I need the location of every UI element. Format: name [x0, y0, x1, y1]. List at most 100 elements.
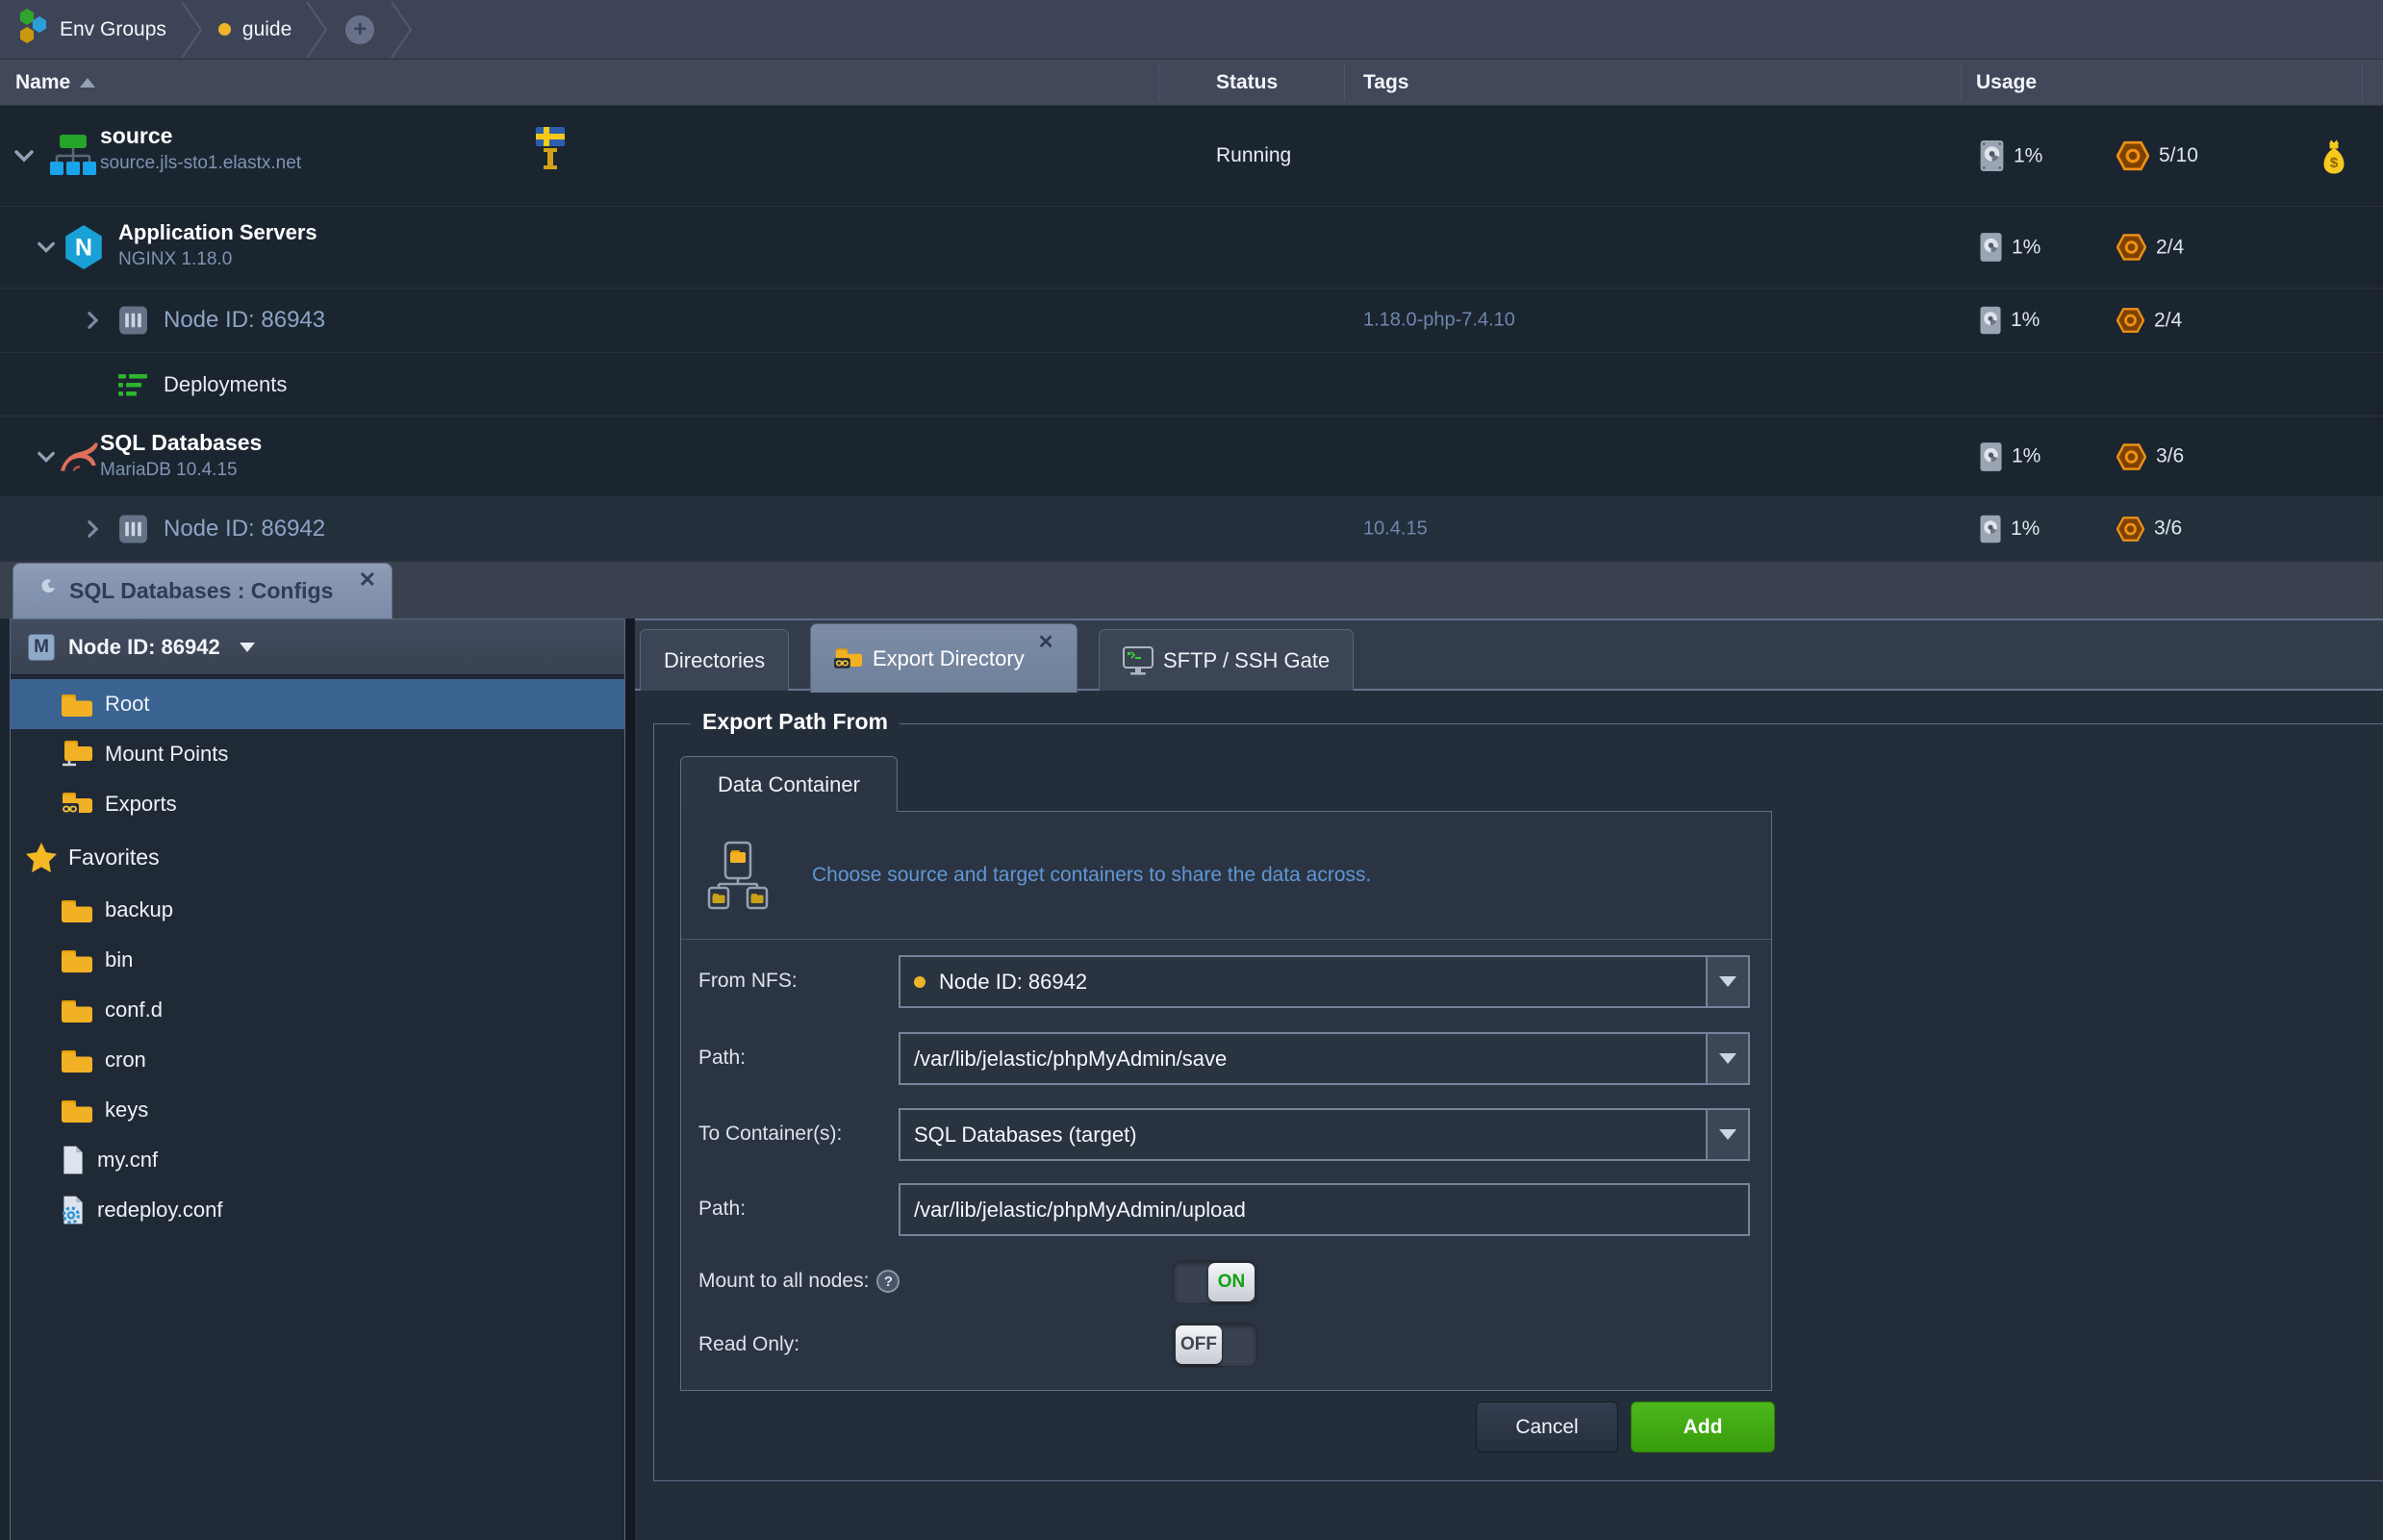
mount-all-toggle[interactable]: ON: [1173, 1260, 1257, 1304]
sidebar-item-cron[interactable]: cron: [11, 1035, 624, 1085]
billing-money-bag-icon[interactable]: $: [2320, 138, 2347, 174]
disk-usage: 1%: [1980, 140, 2042, 172]
column-divider: [1344, 63, 1345, 101]
tab-label: SFTP / SSH Gate: [1163, 648, 1330, 673]
disk-icon: [1980, 233, 2002, 263]
column-status[interactable]: Status: [1216, 71, 1278, 94]
breadcrumb-label: guide: [242, 18, 292, 41]
export-path-fieldset: Export Path From Data Container: [653, 723, 2383, 1481]
disk-usage: 1%: [1980, 306, 2040, 335]
layer-stack: MariaDB 10.4.15: [100, 458, 262, 484]
disk-usage-value: 1%: [2014, 144, 2042, 167]
source-path-select[interactable]: /var/lib/jelastic/phpMyAdmin/save: [899, 1032, 1750, 1085]
node-usage-value: 2/4: [2156, 236, 2184, 259]
env-status-dot-icon: [218, 23, 231, 36]
disk-icon: [1980, 306, 2001, 335]
cancel-button-label: Cancel: [1515, 1416, 1578, 1439]
column-name[interactable]: Name: [15, 71, 95, 94]
sidebar-item-label: conf.d: [105, 997, 163, 1022]
chevron-right-icon[interactable]: [87, 311, 99, 330]
chevron-down-icon: [1719, 1129, 1737, 1140]
env-row-app-servers[interactable]: N Application Servers NGINX 1.18.0 1%: [0, 207, 2383, 289]
disk-usage-value: 1%: [2011, 309, 2040, 332]
breadcrumb-current-env[interactable]: guide: [205, 0, 305, 59]
sidebar-item-label: backup: [105, 897, 173, 922]
chevron-down-icon[interactable]: [13, 149, 35, 163]
cloudlets-hexagon-icon: [2117, 515, 2144, 543]
sidebar-item-conf-d[interactable]: conf.d: [11, 985, 624, 1035]
sidebar-item-bin[interactable]: bin: [11, 935, 624, 985]
environment-topology-icon: [48, 132, 96, 180]
sidebar-item-exports[interactable]: Exports: [11, 779, 624, 829]
disk-usage-value: 1%: [2012, 236, 2041, 259]
sidebar-item-label: Mount Points: [105, 742, 228, 767]
env-row-source[interactable]: source source.jls-sto1.elastx.net Runnin…: [0, 106, 2383, 207]
to-containers-label: To Container(s):: [698, 1123, 842, 1146]
sidebar-item-keys[interactable]: keys: [11, 1085, 624, 1135]
sidebar-item-label: Exports: [105, 792, 177, 817]
breadcrumb: Env Groups guide +: [0, 0, 2383, 60]
sidebar-item-my-cnf[interactable]: my.cnf: [11, 1135, 624, 1185]
chevron-down-icon: [1719, 1053, 1737, 1064]
breadcrumb-env-groups[interactable]: Env Groups: [0, 0, 180, 59]
sort-ascending-icon: [80, 78, 95, 88]
add-button[interactable]: Add: [1631, 1401, 1775, 1452]
read-only-toggle[interactable]: OFF: [1173, 1323, 1257, 1367]
breadcrumb-separator-icon: [180, 0, 205, 60]
folder-icon: [61, 692, 93, 718]
deployments-label: Deployments: [164, 372, 287, 397]
tab-sql-databases-configs[interactable]: SQL Databases : Configs ✕: [13, 563, 393, 619]
terminal-monitor-icon: [1123, 646, 1153, 675]
column-usage[interactable]: Usage: [1976, 71, 2037, 94]
chevron-down-icon[interactable]: [37, 450, 56, 463]
share-containers-icon: [702, 841, 773, 910]
folder-link-icon: [61, 791, 93, 818]
tab-label: Directories: [664, 648, 765, 673]
sidebar-item-backup[interactable]: backup: [11, 885, 624, 935]
close-icon[interactable]: ✕: [359, 568, 376, 593]
tab-sftp-ssh-gate[interactable]: SFTP / SSH Gate: [1099, 629, 1354, 691]
sidebar-item-label: my.cnf: [97, 1148, 158, 1173]
node-usage-value: 2/4: [2154, 309, 2182, 332]
disk-usage-value: 1%: [2011, 518, 2040, 541]
tab-directories[interactable]: Directories: [640, 629, 789, 691]
column-usage-label: Usage: [1976, 71, 2037, 94]
hint-strip: Choose source and target containers to s…: [681, 812, 1771, 940]
column-divider: [1961, 63, 1962, 101]
tab-data-container[interactable]: Data Container: [680, 756, 898, 812]
from-nfs-select[interactable]: Node ID: 86942: [899, 955, 1750, 1008]
disk-usage: 1%: [1980, 233, 2041, 263]
column-divider: [1158, 63, 1159, 101]
to-containers-select[interactable]: SQL Databases (target): [899, 1108, 1750, 1161]
dropdown-button[interactable]: [1706, 957, 1748, 1006]
sidebar-item-mount-points[interactable]: Mount Points: [11, 729, 624, 779]
column-name-label: Name: [15, 71, 70, 94]
configs-sidebar: M Node ID: 86942 Root Mount Points: [10, 619, 625, 1540]
chevron-down-icon[interactable]: [37, 241, 56, 254]
dropdown-button[interactable]: [1706, 1110, 1748, 1159]
folder-icon: [61, 897, 93, 923]
cloudlets-hexagon-icon: [2117, 233, 2146, 263]
env-row-deployments[interactable]: Deployments: [0, 353, 2383, 417]
env-row-node-86943[interactable]: Node ID: 86943 1.18.0-php-7.4.10 1% 2/4: [0, 289, 2383, 353]
target-path-input[interactable]: [899, 1183, 1750, 1236]
source-path-label: Path:: [698, 1047, 746, 1070]
new-environment-button[interactable]: +: [345, 15, 374, 44]
region-flag-sweden-icon: [532, 125, 570, 171]
sidebar-item-redeploy-conf[interactable]: redeploy.conf: [11, 1185, 624, 1235]
dropdown-button[interactable]: [1706, 1034, 1748, 1083]
node-selector[interactable]: M Node ID: 86942: [11, 619, 624, 675]
close-icon[interactable]: ✕: [1038, 630, 1054, 654]
chevron-right-icon[interactable]: [87, 519, 99, 539]
env-row-node-86942[interactable]: Node ID: 86942 10.4.15 1% 3/6: [0, 497, 2383, 561]
help-icon[interactable]: ?: [876, 1270, 900, 1293]
column-tags[interactable]: Tags: [1363, 71, 1408, 94]
tab-export-directory[interactable]: Export Directory ✕: [810, 623, 1077, 693]
sidebar-item-root[interactable]: Root: [11, 679, 624, 729]
env-domain: source.jls-sto1.elastx.net: [100, 151, 301, 177]
env-row-sql-databases[interactable]: SQL Databases MariaDB 10.4.15 1% 3/6: [0, 417, 2383, 497]
folder-icon: [61, 997, 93, 1023]
cancel-button[interactable]: Cancel: [1476, 1401, 1618, 1452]
sidebar-item-label: redeploy.conf: [97, 1198, 222, 1223]
sidebar-item-favorites[interactable]: Favorites: [11, 829, 624, 885]
